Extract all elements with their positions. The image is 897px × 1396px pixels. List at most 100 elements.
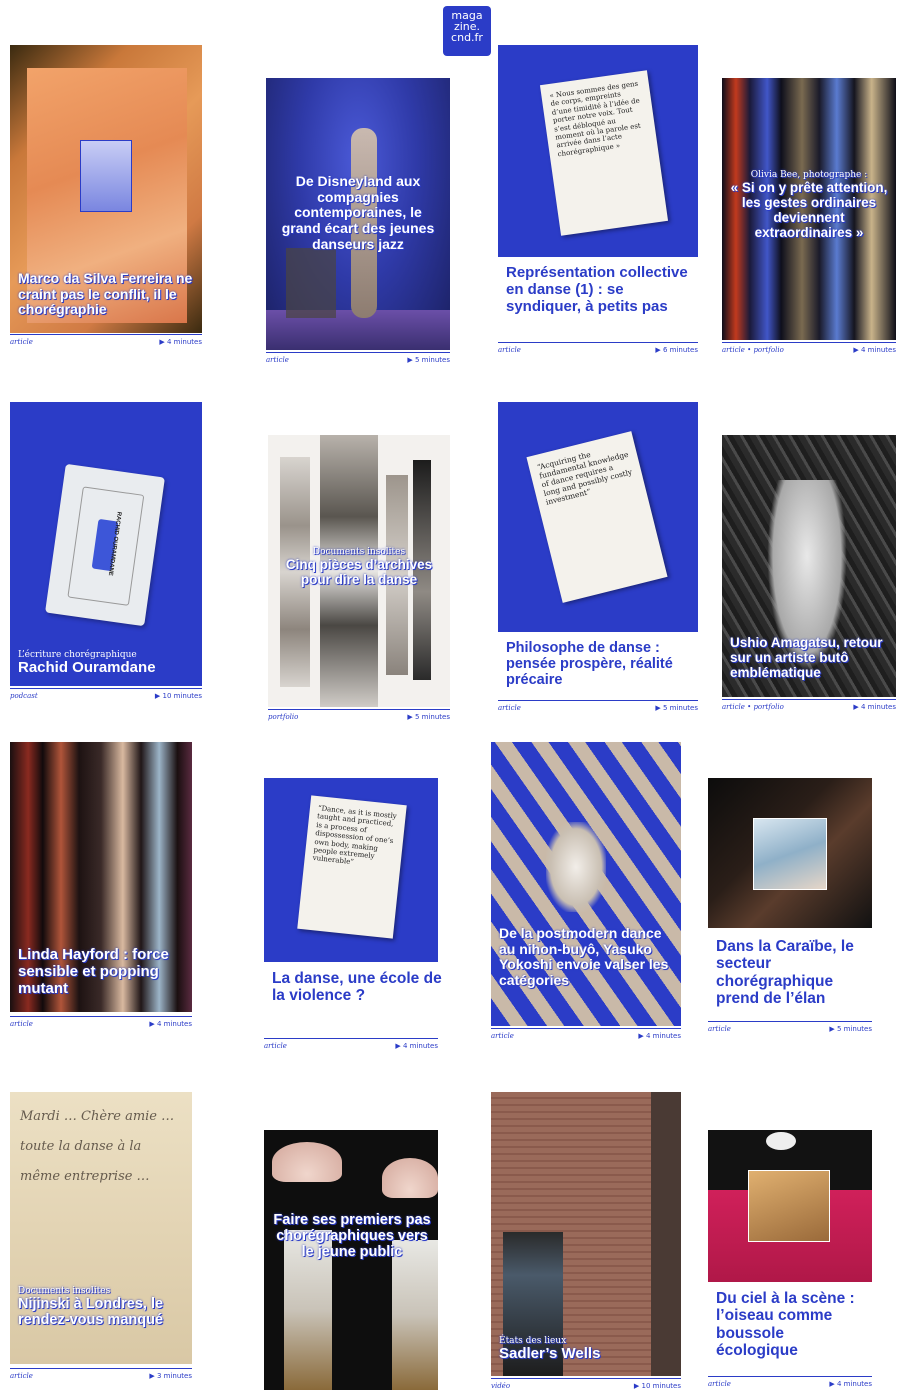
card-image: Faire ses premiers pas chorégraphiques v… xyxy=(264,1130,438,1390)
card-meta: podcast ▶ 10 minutes xyxy=(10,688,202,703)
card-title: Philosophe de danse : pensée prospère, r… xyxy=(506,640,673,689)
letter-handwriting: Mardi … Chère amie … toute la danse à la… xyxy=(20,1109,175,1184)
card-overlay-text: Nijinski à Londres, le rendez-vous manqu… xyxy=(18,1296,164,1329)
card-philosophe-de-danse[interactable]: “Acquiring the fundamental knowledge of … xyxy=(498,402,698,714)
card-danse-ecole-violence[interactable]: “Dance, as it is mostly taught and pract… xyxy=(264,778,450,1054)
card-overlay-title: De la postmodern dance au nihon-buyô, Ya… xyxy=(499,925,669,989)
card-overlay-title: Marco da Silva Ferreira ne craint pas le… xyxy=(18,270,193,318)
card-image: “Dance, as it is mostly taught and pract… xyxy=(264,778,438,962)
card-image: États des lieux Sadler’s Wells xyxy=(491,1092,681,1376)
card-duration: ▶ 5 minutes xyxy=(655,704,698,712)
card-image: Documents insolites Cinq pièces d’archiv… xyxy=(268,435,450,707)
card-image: De Disneyland aux compagnies contemporai… xyxy=(266,78,450,350)
card-overlay-title: De Disneyland aux compagnies contemporai… xyxy=(281,173,435,252)
card-kind: portfolio xyxy=(268,713,299,721)
card-ushio-amagatsu[interactable]: Ushio Amagatsu, retour sur un artiste bu… xyxy=(722,435,896,713)
card-duration: ▶ 4 minutes xyxy=(149,1020,192,1028)
card-kind: article xyxy=(10,1020,33,1028)
card-overlay-title: Documents insolites Cinq pièces d’archiv… xyxy=(274,547,444,587)
card-meta: article ▶ 4 minutes xyxy=(491,1028,681,1043)
cassette-tape: RACHID OURAMDANE xyxy=(45,463,165,627)
card-meta: article ▶ 6 minutes xyxy=(498,342,698,357)
card-meta: portfolio ▶ 5 minutes xyxy=(268,709,450,724)
card-duration: ▶ 4 minutes xyxy=(853,346,896,354)
card-kind: article xyxy=(264,1042,287,1050)
card-overlay-title: Documents insolites Nijinski à Londres, … xyxy=(18,1286,190,1329)
card-image: Ushio Amagatsu, retour sur un artiste bu… xyxy=(722,435,896,697)
card-overlay-title: Olivia Bee, photographe : « Si on y prêt… xyxy=(728,170,890,241)
card-title: La danse, une école de la violence ? xyxy=(272,970,442,1005)
card-duration: ▶ 5 minutes xyxy=(407,713,450,721)
card-disneyland-jazz[interactable]: De Disneyland aux compagnies contemporai… xyxy=(266,78,450,366)
card-duration: ▶ 10 minutes xyxy=(154,692,202,700)
card-caraibe[interactable]: Dans la Caraïbe, le secteur chorégraphiq… xyxy=(708,778,874,1040)
card-image xyxy=(708,778,872,928)
card-yasuko-yokoshi[interactable]: De la postmodern dance au nihon-buyô, Ya… xyxy=(491,742,683,1042)
card-duration: ▶ 5 minutes xyxy=(829,1025,872,1033)
card-kind: article xyxy=(10,338,33,346)
logo-line-3: cnd.fr xyxy=(451,31,483,44)
card-duration: ▶ 6 minutes xyxy=(655,346,698,354)
card-olivia-bee[interactable]: Olivia Bee, photographe : « Si on y prêt… xyxy=(722,78,896,356)
card-title: Du ciel à la scène : l’oiseau comme bous… xyxy=(716,1290,855,1360)
card-rachid-ouramdane[interactable]: RACHID OURAMDANE L’écriture chorégraphiq… xyxy=(10,402,202,702)
card-overlay-text: Cinq pièces d’archives pour dire la dans… xyxy=(285,557,433,588)
card-image: Linda Hayford : force sensible et poppin… xyxy=(10,742,192,1012)
card-marco-da-silva[interactable]: Marco da Silva Ferreira ne craint pas le… xyxy=(10,45,202,346)
card-overlay-text: Sadler’s Wells xyxy=(499,1345,601,1363)
card-overlay-text: Rachid Ouramdane xyxy=(18,659,156,677)
card-kind: article • portfolio xyxy=(722,703,784,711)
card-image: “Acquiring the fundamental knowledge of … xyxy=(498,402,698,632)
card-meta: article • portfolio ▶ 4 minutes xyxy=(722,342,896,357)
card-overlay-title: L’écriture chorégraphique Rachid Ouramda… xyxy=(18,650,198,677)
card-kind: article xyxy=(708,1025,731,1033)
card-duration: ▶ 4 minutes xyxy=(638,1032,681,1040)
card-kind: article xyxy=(266,356,289,364)
card-oiseau-boussole[interactable]: Du ciel à la scène : l’oiseau comme bous… xyxy=(708,1130,874,1394)
card-image: De la postmodern dance au nihon-buyô, Ya… xyxy=(491,742,681,1026)
card-overline: Documents insolites xyxy=(18,1286,111,1296)
card-duration: ▶ 4 minutes xyxy=(159,338,202,346)
card-meta: article ▶ 4 minutes xyxy=(10,1016,192,1031)
card-kind: article xyxy=(498,704,521,712)
card-image: « Nous sommes des gens de corps, emprein… xyxy=(498,45,698,257)
card-kind: article • portfolio xyxy=(722,346,784,354)
card-overlay-title: Linda Hayford : force sensible et poppin… xyxy=(18,946,169,997)
card-meta: article ▶ 4 minutes xyxy=(10,334,202,349)
card-title: Représentation collective en danse (1) :… xyxy=(506,264,688,315)
quote-card: « Nous sommes des gens de corps, emprein… xyxy=(539,70,669,236)
quote-text: “Acquiring the fundamental knowledge of … xyxy=(536,449,634,507)
quote-card: “Dance, as it is mostly taught and pract… xyxy=(297,795,407,939)
card-image xyxy=(708,1130,872,1282)
card-overlay-title: Ushio Amagatsu, retour sur un artiste bu… xyxy=(730,635,883,681)
card-meta: article ▶ 3 minutes xyxy=(10,1368,192,1383)
card-kind: article xyxy=(10,1372,33,1380)
card-linda-hayford[interactable]: Linda Hayford : force sensible et poppin… xyxy=(10,742,202,1032)
card-overlay-text: « Si on y prête attention, les gestes or… xyxy=(730,180,888,241)
card-cinq-pieces-archives[interactable]: Documents insolites Cinq pièces d’archiv… xyxy=(268,435,450,723)
card-sadlers-wells[interactable]: États des lieux Sadler’s Wells vidéo ▶ 1… xyxy=(491,1092,683,1392)
card-representation-collective[interactable]: « Nous sommes des gens de corps, emprein… xyxy=(498,45,698,357)
card-image: Marco da Silva Ferreira ne craint pas le… xyxy=(10,45,202,333)
card-meta: article • portfolio ▶ 4 minutes xyxy=(722,699,896,714)
card-image: Mardi … Chère amie … toute la danse à la… xyxy=(10,1092,192,1364)
card-meta: article ▶ 5 minutes xyxy=(498,700,698,715)
card-kind: article xyxy=(491,1032,514,1040)
card-duration: ▶ 3 minutes xyxy=(149,1372,192,1380)
card-nijinski-londres[interactable]: Mardi … Chère amie … toute la danse à la… xyxy=(10,1092,202,1388)
card-overlay-title: Faire ses premiers pas chorégraphiques v… xyxy=(273,1212,431,1261)
card-overline: Documents insolites xyxy=(312,547,406,557)
card-duration: ▶ 10 minutes xyxy=(633,1382,681,1390)
card-image: Olivia Bee, photographe : « Si on y prêt… xyxy=(722,78,896,340)
card-meta: article ▶ 4 minutes xyxy=(264,1038,438,1053)
card-meta: article ▶ 5 minutes xyxy=(266,352,450,367)
card-kind: article xyxy=(498,346,521,354)
quote-text: « Nous sommes des gens de corps, emprein… xyxy=(548,79,642,159)
quote-text: “Dance, as it is mostly taught and pract… xyxy=(312,804,398,867)
card-kind: vidéo xyxy=(491,1382,511,1390)
magazine-logo[interactable]: maga zine. cnd.fr xyxy=(443,6,491,56)
card-overlay-title: États des lieux Sadler’s Wells xyxy=(499,1336,677,1363)
card-meta: vidéo ▶ 10 minutes xyxy=(491,1378,681,1393)
card-duration: ▶ 4 minutes xyxy=(853,703,896,711)
card-jeune-public[interactable]: Faire ses premiers pas chorégraphiques v… xyxy=(264,1130,440,1392)
